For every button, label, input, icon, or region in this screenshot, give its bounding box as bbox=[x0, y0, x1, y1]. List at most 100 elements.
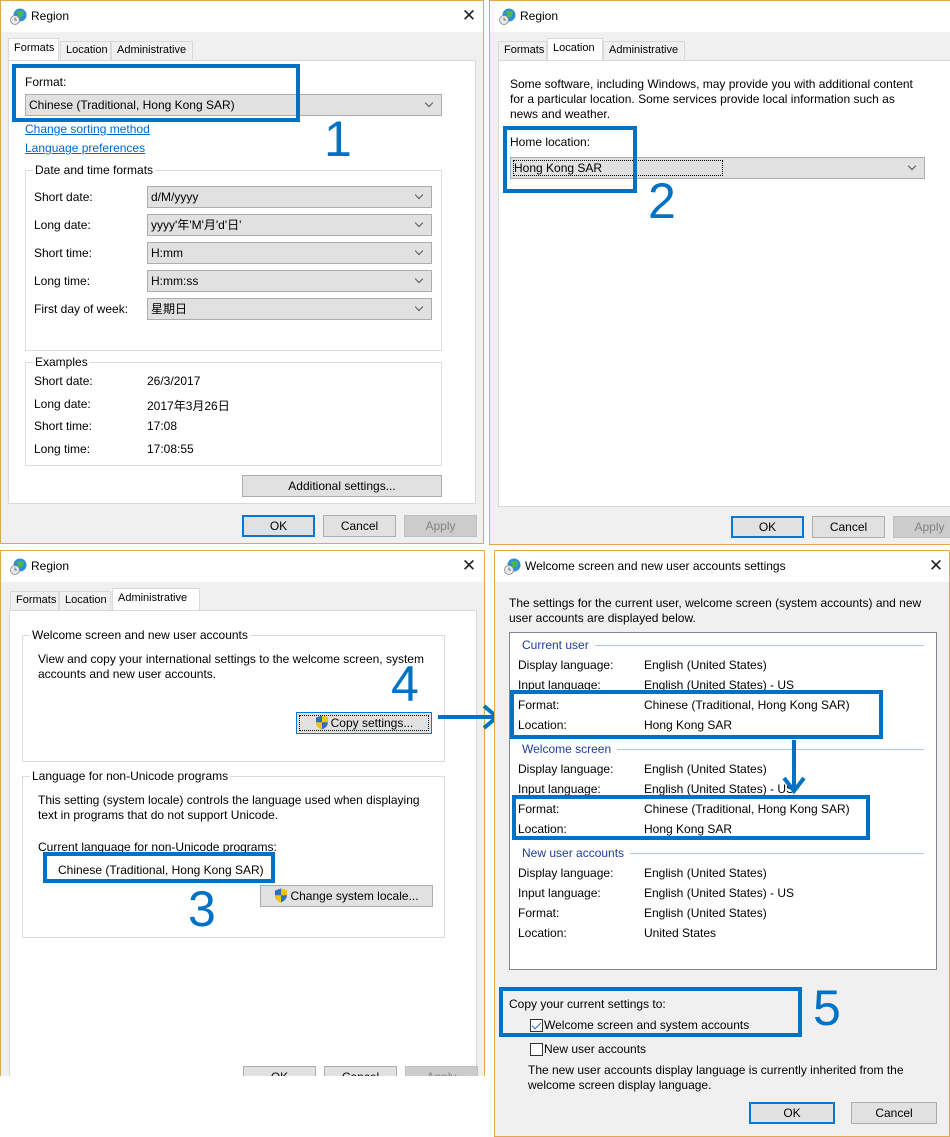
tab-formats[interactable]: Formats bbox=[8, 38, 59, 60]
copy-to-label: Copy your current settings to: bbox=[509, 997, 666, 1011]
close-button[interactable]: ✕ bbox=[457, 5, 481, 27]
row-value: Chinese (Traditional, Hong Kong SAR) bbox=[644, 698, 850, 712]
chevron-down-icon bbox=[415, 299, 425, 319]
group-title: Language for non-Unicode programs bbox=[30, 769, 231, 783]
welcome-screen-checkbox-label[interactable]: Welcome screen and system accounts bbox=[544, 1018, 749, 1032]
globe-clock-icon bbox=[10, 8, 27, 25]
tab-formats[interactable]: Formats bbox=[10, 591, 59, 610]
first-day-of-week-dropdown[interactable]: 星期日 bbox=[147, 298, 432, 320]
home-location-label: Home location: bbox=[510, 135, 591, 149]
long-time-label: Long time: bbox=[34, 274, 91, 288]
row-value: English (United States) - US bbox=[644, 678, 795, 692]
inheritance-note: The new user accounts display language i… bbox=[528, 1063, 904, 1092]
cancel-button[interactable]: Cancel bbox=[812, 516, 885, 538]
long-time-value: H:mm:ss bbox=[151, 274, 199, 288]
group-title: Date and time formats bbox=[33, 163, 156, 177]
new-user-accounts-checkbox-label[interactable]: New user accounts bbox=[544, 1042, 646, 1056]
cancel-button[interactable]: Cancel bbox=[324, 1066, 397, 1076]
change-system-locale-button[interactable]: Change system locale... bbox=[260, 885, 433, 907]
home-location-dropdown[interactable]: Hong Kong SAR bbox=[510, 157, 925, 179]
examples-group: Examples Short date: 26/3/2017 Long date… bbox=[25, 355, 442, 466]
row-value: English (United States) - US bbox=[644, 886, 795, 900]
ok-button[interactable]: OK bbox=[731, 516, 804, 538]
cancel-button[interactable]: Cancel bbox=[851, 1102, 937, 1124]
example-label: Long date: bbox=[34, 397, 91, 411]
format-value: Chinese (Traditional, Hong Kong SAR) bbox=[29, 98, 235, 112]
tab-location[interactable]: Location bbox=[547, 38, 603, 60]
row-value: English (United States) bbox=[644, 866, 767, 880]
section-title: New user accounts bbox=[522, 846, 631, 860]
title-bar: Welcome screen and new user accounts set… bbox=[495, 551, 949, 582]
ok-button[interactable]: OK bbox=[243, 1066, 316, 1076]
row-value: Hong Kong SAR bbox=[644, 822, 733, 836]
tab-panel: Some software, including Windows, may pr… bbox=[498, 60, 950, 507]
format-dropdown[interactable]: Chinese (Traditional, Hong Kong SAR) bbox=[25, 94, 442, 116]
example-label: Short date: bbox=[34, 374, 93, 388]
apply-button: Apply bbox=[405, 1066, 478, 1076]
close-button[interactable]: ✕ bbox=[924, 555, 948, 577]
tab-administrative[interactable]: Administrative bbox=[112, 588, 200, 610]
globe-clock-icon bbox=[10, 558, 27, 575]
chevron-down-icon bbox=[425, 95, 435, 115]
tab-location[interactable]: Location bbox=[59, 591, 111, 610]
short-date-dropdown[interactable]: d/M/yyyy bbox=[147, 186, 432, 208]
row-label: Input language: bbox=[518, 886, 601, 900]
dialog-title: Region bbox=[31, 9, 70, 23]
row-label: Format: bbox=[518, 906, 560, 920]
location-description: Some software, including Windows, may pr… bbox=[510, 77, 913, 121]
title-bar: Region ✕ bbox=[1, 551, 484, 582]
arrow-icon bbox=[782, 740, 806, 795]
row-value: United States bbox=[644, 926, 717, 940]
uac-shield-icon bbox=[275, 888, 288, 903]
annotation-number: 5 bbox=[813, 980, 841, 1036]
row-label: Location: bbox=[518, 926, 567, 940]
chevron-down-icon bbox=[908, 158, 918, 178]
section-welcome-screen: Welcome screen bbox=[522, 742, 924, 756]
change-sorting-method-link[interactable]: Change sorting method bbox=[25, 122, 150, 136]
chevron-down-icon bbox=[415, 271, 425, 291]
row-value: English (United States) bbox=[644, 906, 767, 920]
title-bar: Region ✕ bbox=[1, 1, 483, 32]
tab-administrative[interactable]: Administrative bbox=[111, 41, 193, 60]
language-preferences-link[interactable]: Language preferences bbox=[25, 141, 145, 155]
long-time-dropdown[interactable]: H:mm:ss bbox=[147, 270, 432, 292]
non-unicode-group: Language for non-Unicode programs This s… bbox=[22, 769, 445, 938]
ok-button[interactable]: OK bbox=[749, 1102, 835, 1124]
copy-settings-button[interactable]: Copy settings... bbox=[296, 712, 432, 734]
cancel-button[interactable]: Cancel bbox=[323, 515, 396, 537]
section-title: Welcome screen bbox=[522, 742, 618, 756]
chevron-down-icon bbox=[415, 187, 425, 207]
tab-panel: Format: Chinese (Traditional, Hong Kong … bbox=[8, 60, 476, 504]
example-value: 17:08:55 bbox=[147, 442, 194, 456]
tab-location[interactable]: Location bbox=[60, 41, 111, 60]
new-user-accounts-checkbox[interactable] bbox=[530, 1043, 543, 1056]
format-label: Format: bbox=[25, 75, 67, 89]
long-date-dropdown[interactable]: yyyy'年'M'月'd'日' bbox=[147, 214, 432, 236]
uac-shield-icon bbox=[315, 715, 328, 730]
chevron-down-icon bbox=[415, 215, 425, 235]
example-value: 17:08 bbox=[147, 419, 178, 433]
current-language-value: Chinese (Traditional, Hong Kong SAR) bbox=[58, 863, 264, 877]
row-value: English (United States) bbox=[644, 658, 767, 672]
row-label: Display language: bbox=[518, 866, 614, 880]
additional-settings-button[interactable]: Additional settings... bbox=[242, 475, 442, 497]
first-day-of-week-value: 星期日 bbox=[151, 302, 188, 316]
row-label: Location: bbox=[518, 718, 567, 732]
region-dialog-administrative: Region ✕ Formats Location Administrative… bbox=[0, 550, 485, 1076]
section-new-user-accounts: New user accounts bbox=[522, 846, 924, 860]
dialog-title: Region bbox=[520, 9, 559, 23]
row-label: Input language: bbox=[518, 678, 601, 692]
non-unicode-description: This setting (system locale) controls th… bbox=[38, 793, 420, 822]
row-label: Display language: bbox=[518, 658, 614, 672]
tab-formats[interactable]: Formats bbox=[498, 41, 547, 60]
tab-administrative[interactable]: Administrative bbox=[603, 41, 685, 60]
short-time-dropdown[interactable]: H:mm bbox=[147, 242, 432, 264]
section-title: Current user bbox=[522, 638, 595, 652]
welcome-screen-checkbox[interactable] bbox=[530, 1019, 543, 1032]
region-dialog-formats: Region ✕ Formats Location Administrative… bbox=[0, 0, 484, 544]
chevron-down-icon bbox=[415, 243, 425, 263]
row-value: Chinese (Traditional, Hong Kong SAR) bbox=[644, 802, 850, 816]
ok-button[interactable]: OK bbox=[242, 515, 315, 537]
short-time-value: H:mm bbox=[151, 246, 183, 260]
close-button[interactable]: ✕ bbox=[457, 555, 481, 577]
